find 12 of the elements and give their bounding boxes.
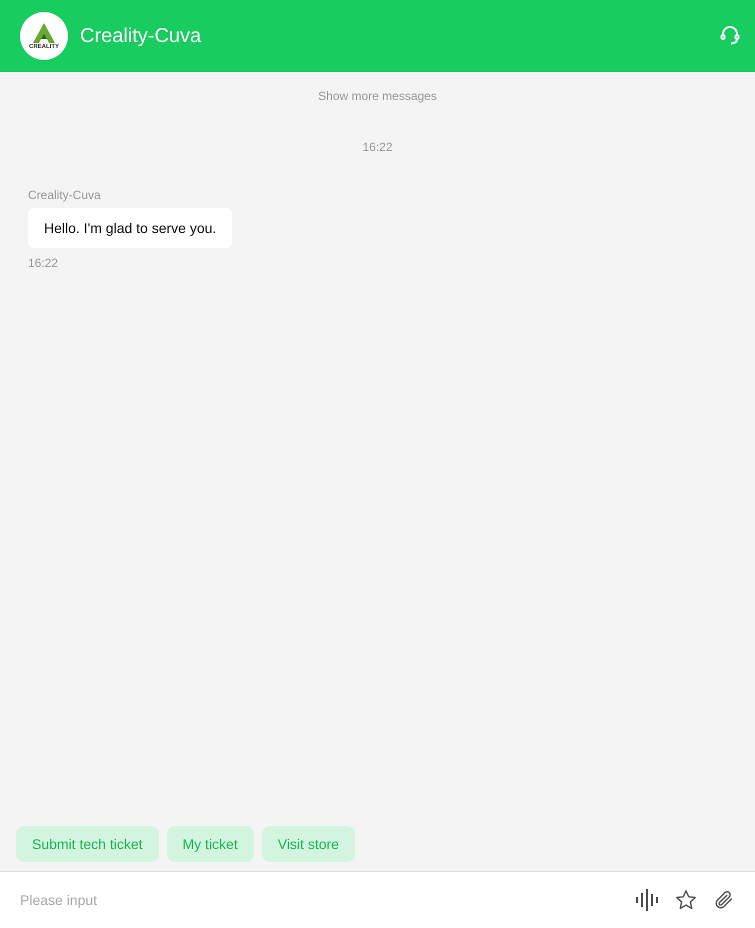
quick-action-button[interactable]: Submit tech ticket xyxy=(16,826,158,862)
quick-action-button[interactable]: Visit store xyxy=(262,826,355,862)
message-bubble: Hello. I'm glad to serve you. xyxy=(28,208,232,248)
paperclip-icon[interactable] xyxy=(713,889,735,911)
show-more-link[interactable]: Show more messages xyxy=(318,89,437,103)
message-time: 16:22 xyxy=(28,256,58,270)
star-icon[interactable] xyxy=(675,889,697,911)
timestamp: 16:22 xyxy=(362,140,393,154)
chat-title: Creality-Cuva xyxy=(80,24,202,48)
voice-wave-icon[interactable] xyxy=(635,889,659,911)
quick-action-button[interactable]: My ticket xyxy=(166,826,254,862)
sender-name: Creality-Cuva xyxy=(28,188,101,202)
